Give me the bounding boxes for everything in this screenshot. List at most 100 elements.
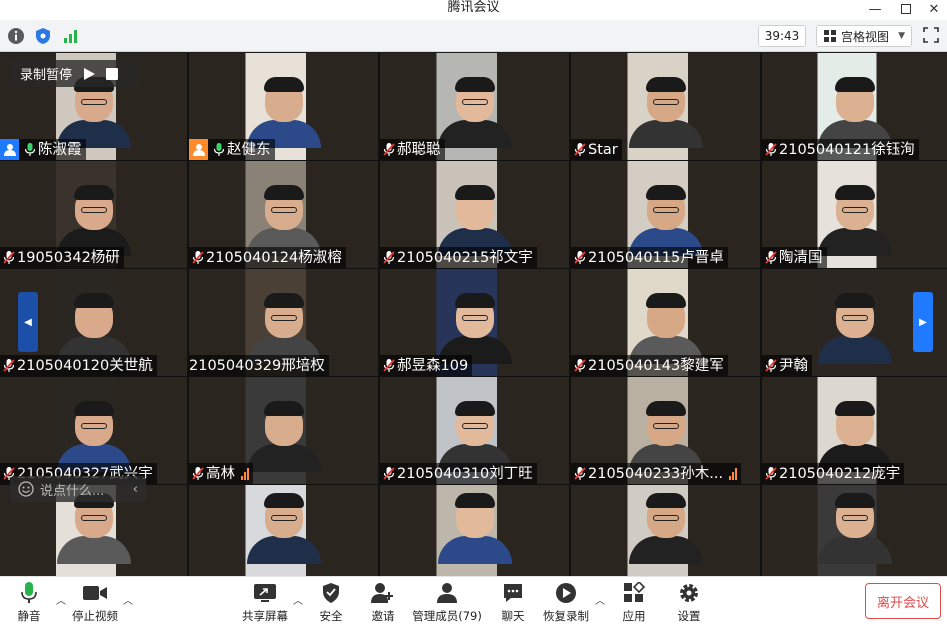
play-icon[interactable] xyxy=(82,67,96,81)
participant-name-bar: 2105040215祁文宇 xyxy=(380,247,537,268)
mic-muted-icon xyxy=(382,466,395,482)
resume-recording-button[interactable]: 恢复录制 xyxy=(543,581,589,625)
participant-video xyxy=(437,185,512,256)
video-tile[interactable]: 陶清国 xyxy=(762,161,947,268)
participant-video xyxy=(56,493,131,564)
video-tile[interactable]: Star xyxy=(571,53,760,160)
weak-signal-icon xyxy=(729,467,738,480)
video-tile[interactable]: 19050342杨研 xyxy=(0,161,187,268)
participant-name-bar: 2105040212庞宇 xyxy=(762,463,905,484)
video-tile[interactable]: 2105040310刘丁旺 xyxy=(380,377,569,484)
participant-video xyxy=(246,401,321,472)
participant-name: 2105040215祁文宇 xyxy=(397,249,533,266)
share-screen-button[interactable]: 共享屏幕 xyxy=(242,581,288,625)
participant-name-bar: 2105040120关世航 xyxy=(0,355,157,376)
meeting-window: 腾讯会议 — ✕ 39:43 宫格视图 ▼ 陈淑霞 赵健东 郝聪聪 Star 21050… xyxy=(0,0,947,626)
video-tile[interactable]: 2105040143黎建军 xyxy=(571,269,760,376)
mic-on-icon xyxy=(212,142,225,158)
mic-muted-icon xyxy=(764,358,777,374)
next-page-button[interactable]: ▶ xyxy=(913,292,933,352)
mic-muted-icon xyxy=(764,142,777,158)
stop-icon[interactable] xyxy=(106,67,119,80)
video-tile[interactable] xyxy=(571,485,760,576)
host-badge-icon xyxy=(0,139,19,160)
chevron-up-icon[interactable]: ︿ xyxy=(55,597,67,607)
participant-video xyxy=(628,293,703,364)
participant-name: 陶清国 xyxy=(779,249,823,266)
participant-name-bar: 陈淑霞 xyxy=(0,139,86,160)
shield-icon[interactable] xyxy=(33,26,53,46)
participant-name-bar: 郝聪聪 xyxy=(380,139,445,160)
mic-muted-icon xyxy=(382,142,395,158)
chevron-left-icon[interactable]: ‹ xyxy=(133,482,138,497)
chevron-right-icon: ▶ xyxy=(919,316,927,328)
participant-name-bar: Star xyxy=(571,139,622,160)
video-tile[interactable]: 2105040327武兴宇 xyxy=(0,377,187,484)
participant-name: 2105040124杨淑榕 xyxy=(206,249,342,266)
manage-members-button[interactable]: 管理成员(79) xyxy=(412,581,482,625)
video-tile[interactable]: 赵健东 xyxy=(189,53,378,160)
add-user-icon xyxy=(370,581,396,605)
video-tile[interactable] xyxy=(189,485,378,576)
participant-name-bar: 19050342杨研 xyxy=(0,247,124,268)
mute-button[interactable]: 静音 xyxy=(14,581,44,625)
video-tile[interactable]: 2105040329邢培权 xyxy=(189,269,378,376)
video-tile[interactable]: 2105040233孙木... xyxy=(571,377,760,484)
chevron-up-icon[interactable]: ︿ xyxy=(292,597,304,607)
video-tile[interactable]: 郝昱森109 xyxy=(380,269,569,376)
participant-video xyxy=(437,493,512,564)
settings-button[interactable]: 设置 xyxy=(676,581,702,625)
minimize-icon[interactable]: — xyxy=(862,0,888,18)
leave-meeting-button[interactable]: 离开会议 xyxy=(865,583,941,619)
window-title: 腾讯会议 xyxy=(447,0,500,15)
maximize-icon[interactable] xyxy=(893,0,919,18)
participant-name-bar: 2105040143黎建军 xyxy=(571,355,728,376)
chevron-up-icon[interactable]: ︿ xyxy=(122,597,134,607)
record-play-icon xyxy=(553,581,579,605)
fullscreen-icon[interactable] xyxy=(922,26,942,46)
participant-name-bar: 2105040115卢晋卓 xyxy=(571,247,728,268)
participant-name: 2105040121徐钰洵 xyxy=(779,141,915,158)
video-tile[interactable]: 郝聪聪 xyxy=(380,53,569,160)
previous-page-button[interactable]: ◀ xyxy=(18,292,38,352)
mic-muted-icon xyxy=(382,358,395,374)
stop-video-button[interactable]: 停止视频 xyxy=(72,581,118,625)
participant-name: 赵健东 xyxy=(227,141,271,158)
apps-button[interactable]: 应用 xyxy=(621,581,647,625)
participant-name-bar: 2105040124杨淑榕 xyxy=(189,247,346,268)
recording-controls: 录制暂停 xyxy=(10,60,140,87)
mic-muted-icon xyxy=(573,142,586,158)
emoji-icon[interactable] xyxy=(18,481,34,497)
security-button[interactable]: 安全 xyxy=(318,581,344,625)
close-icon[interactable]: ✕ xyxy=(921,0,947,18)
mic-muted-icon xyxy=(382,250,395,266)
view-mode-dropdown[interactable]: 宫格视图 ▼ xyxy=(816,25,912,47)
info-icon[interactable] xyxy=(6,26,26,46)
chevron-up-icon[interactable]: ︿ xyxy=(594,597,606,607)
recording-status: 录制暂停 xyxy=(20,68,73,83)
video-tile[interactable]: 2105040215祁文宇 xyxy=(380,161,569,268)
participant-name: 19050342杨研 xyxy=(17,249,120,266)
participant-name: 陈淑霞 xyxy=(38,141,82,158)
signal-icon[interactable] xyxy=(61,26,81,46)
participant-video xyxy=(817,77,892,148)
video-tile[interactable]: 2105040124杨淑榕 xyxy=(189,161,378,268)
participant-name-bar: 郝昱森109 xyxy=(380,355,473,376)
participant-video xyxy=(628,401,703,472)
invite-button[interactable]: 邀请 xyxy=(370,581,396,625)
chat-button[interactable]: 聊天 xyxy=(500,581,526,625)
mic-muted-icon xyxy=(764,466,777,482)
chat-input[interactable]: 说点什么... ‹ xyxy=(10,476,146,502)
participant-name-bar: 赵健东 xyxy=(189,139,275,160)
participant-name: 2105040233孙木... xyxy=(588,465,724,482)
participant-name-bar: 2105040329邢培权 xyxy=(189,355,329,376)
participant-name-bar: 高林 xyxy=(189,463,253,484)
video-tile[interactable] xyxy=(380,485,569,576)
video-tile[interactable]: 2105040212庞宇 xyxy=(762,377,947,484)
video-tile[interactable] xyxy=(762,485,947,576)
participant-video xyxy=(246,493,321,564)
video-tile[interactable]: 2105040115卢晋卓 xyxy=(571,161,760,268)
video-tile[interactable]: 2105040121徐钰洵 xyxy=(762,53,947,160)
top-toolbar: 39:43 宫格视图 ▼ xyxy=(0,20,947,52)
video-tile[interactable]: 高林 xyxy=(189,377,378,484)
